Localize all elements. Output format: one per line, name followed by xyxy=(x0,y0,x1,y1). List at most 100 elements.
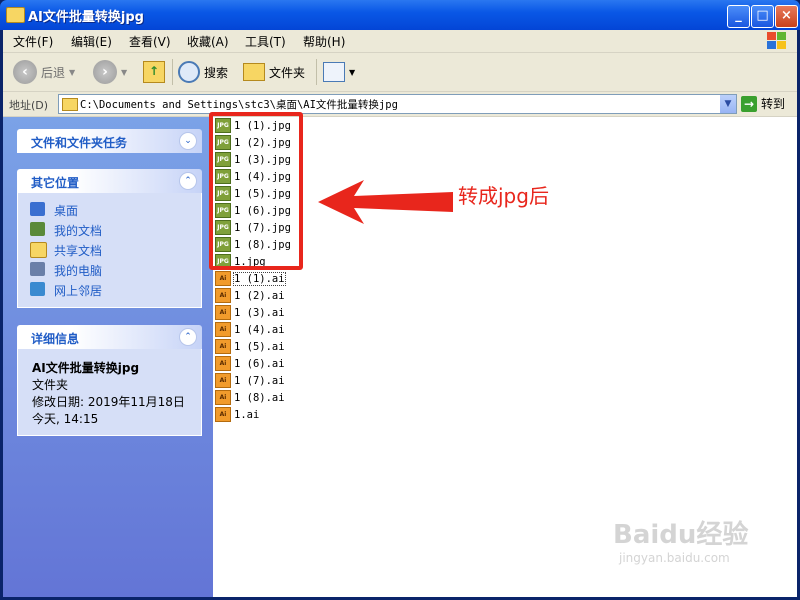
place-label: 我的文档 xyxy=(54,224,103,238)
place-my-computer[interactable]: 我的电脑 xyxy=(18,259,201,279)
menu-view[interactable]: 查看(V) xyxy=(129,33,171,50)
place-label: 我的电脑 xyxy=(54,264,103,278)
file-name: 1 (5).ai xyxy=(234,340,285,353)
places-panel: 其它位置 ⌃ 桌面 我的文档 共享文档 我的电脑 网上邻居 xyxy=(17,169,202,308)
place-my-documents[interactable]: 我的文档 xyxy=(18,219,201,239)
explorer-window: AI文件批量转换jpg _ □ × 文件(F) 编辑(E) 查看(V) 收藏(A… xyxy=(0,0,800,600)
desktop-icon xyxy=(30,202,45,216)
file-name: 1 (3).ai xyxy=(234,306,285,319)
watermark: Baidu经验 jingyan.baidu.com xyxy=(613,514,748,565)
ai-file-icon: Ai xyxy=(215,390,231,405)
places-list: 桌面 我的文档 共享文档 我的电脑 网上邻居 xyxy=(17,193,202,308)
annotation-arrow-icon xyxy=(318,180,453,224)
ai-file-icon: Ai xyxy=(215,356,231,371)
ai-file-icon: Ai xyxy=(215,407,231,422)
back-label: 后退 xyxy=(41,65,66,80)
maximize-button[interactable]: □ xyxy=(751,5,774,28)
go-arrow-icon: → xyxy=(741,95,757,112)
folders-label: 文件夹 xyxy=(269,65,306,80)
search-label: 搜索 xyxy=(204,65,229,80)
dropdown-arrow-icon: ▼ xyxy=(121,67,128,77)
file-item[interactable]: Ai 1 (8).ai xyxy=(215,389,285,406)
back-button[interactable]: ‹ 后退 ▼ xyxy=(13,59,75,85)
up-folder-button[interactable]: ↑ xyxy=(143,59,165,85)
address-dropdown-button[interactable]: ▼ xyxy=(720,95,736,113)
ai-file-icon: Ai xyxy=(215,271,231,286)
task-pane: 文件和文件夹任务 ⌄ 其它位置 ⌃ 桌面 我的文档 共享文档 我的电脑 网上邻居… xyxy=(3,117,213,597)
views-button[interactable]: ▼ xyxy=(323,59,355,85)
menu-tools[interactable]: 工具(T) xyxy=(245,33,286,50)
place-network[interactable]: 网上邻居 xyxy=(18,279,201,299)
menu-favorites[interactable]: 收藏(A) xyxy=(187,33,229,50)
title-bar[interactable]: AI文件批量转换jpg _ □ × xyxy=(0,0,800,30)
file-item[interactable]: Ai 1 (2).ai xyxy=(215,287,285,304)
folder-icon xyxy=(6,7,25,23)
ai-file-icon: Ai xyxy=(215,305,231,320)
ai-file-icon: Ai xyxy=(215,322,231,337)
file-item[interactable]: Ai 1.ai xyxy=(215,406,259,423)
menu-edit[interactable]: 编辑(E) xyxy=(71,33,112,50)
detail-folder-name: AI文件批量转换jpg xyxy=(32,361,140,375)
places-panel-header[interactable]: 其它位置 ⌃ xyxy=(17,169,202,193)
file-item[interactable]: Ai 1 (7).ai xyxy=(215,372,285,389)
file-name: 1 (1).ai xyxy=(233,271,286,286)
file-item[interactable]: Ai 1 (5).ai xyxy=(215,338,285,355)
folder-icon xyxy=(243,63,265,81)
detail-type: 文件夹 xyxy=(32,378,69,392)
details-body: AI文件批量转换jpg 文件夹 修改日期: 2019年11月18日 今天, 14… xyxy=(17,349,202,436)
address-bar: 地址(D) C:\Documents and Settings\stc3\桌面\… xyxy=(3,92,797,117)
window-title: AI文件批量转换jpg xyxy=(28,10,144,25)
details-panel-header[interactable]: 详细信息 ⌃ xyxy=(17,325,202,349)
address-label: 地址(D) xyxy=(9,99,49,112)
chevron-up-icon[interactable]: ⌃ xyxy=(179,172,197,190)
file-name: 1 (6).ai xyxy=(234,357,285,370)
search-icon xyxy=(178,61,200,83)
tasks-panel-title: 文件和文件夹任务 xyxy=(31,136,128,150)
network-icon xyxy=(30,282,45,296)
folder-icon xyxy=(62,98,78,111)
file-item[interactable]: Ai 1 (3).ai xyxy=(215,304,285,321)
watermark-url: jingyan.baidu.com xyxy=(619,551,730,565)
details-panel: 详细信息 ⌃ AI文件批量转换jpg 文件夹 修改日期: 2019年11月18日… xyxy=(17,325,202,436)
place-desktop[interactable]: 桌面 xyxy=(18,199,201,219)
address-input[interactable]: C:\Documents and Settings\stc3\桌面\AI文件批量… xyxy=(58,94,737,114)
dropdown-arrow-icon: ▼ xyxy=(69,67,76,77)
search-button[interactable]: 搜索 xyxy=(178,59,228,85)
up-folder-icon: ↑ xyxy=(143,61,165,83)
tasks-panel: 文件和文件夹任务 ⌄ xyxy=(17,129,202,153)
close-button[interactable]: × xyxy=(775,5,798,28)
go-button[interactable]: → 转到 xyxy=(741,95,785,112)
file-item[interactable]: Ai 1 (1).ai xyxy=(215,270,286,287)
places-panel-title: 其它位置 xyxy=(31,176,80,190)
place-label: 共享文档 xyxy=(54,244,103,258)
tasks-panel-header[interactable]: 文件和文件夹任务 ⌄ xyxy=(17,129,202,153)
watermark-logo: Baidu经验 xyxy=(613,520,749,550)
ai-file-icon: Ai xyxy=(215,339,231,354)
place-shared-documents[interactable]: 共享文档 xyxy=(18,239,201,259)
menu-file[interactable]: 文件(F) xyxy=(13,33,53,50)
file-item[interactable]: Ai 1 (6).ai xyxy=(215,355,285,372)
chevron-up-icon[interactable]: ⌃ xyxy=(179,328,197,346)
file-name: 1 (7).ai xyxy=(234,374,285,387)
computer-icon xyxy=(30,262,45,276)
chevron-down-icon[interactable]: ⌄ xyxy=(179,132,197,150)
file-name: 1.ai xyxy=(234,408,260,421)
views-icon xyxy=(323,62,345,82)
folder-icon xyxy=(30,242,47,258)
folders-button[interactable]: 文件夹 xyxy=(243,59,305,85)
toolbar: ‹ 后退 ▼ › ▼ ↑ 搜索 文件夹 ▼ xyxy=(3,53,797,92)
file-name: 1 (8).ai xyxy=(234,391,285,404)
annotation-text: 转成jpg后 xyxy=(458,184,549,208)
place-label: 桌面 xyxy=(54,204,79,218)
detail-modified: 修改日期: 2019年11月18日 xyxy=(32,395,185,409)
place-label: 网上邻居 xyxy=(54,284,103,298)
minimize-button[interactable]: _ xyxy=(727,5,750,28)
file-item[interactable]: Ai 1 (4).ai xyxy=(215,321,285,338)
detail-time: 今天, 14:15 xyxy=(32,412,99,426)
menu-help[interactable]: 帮助(H) xyxy=(303,33,345,50)
details-panel-title: 详细信息 xyxy=(31,332,80,346)
toolbar-divider xyxy=(316,59,317,85)
address-value: C:\Documents and Settings\stc3\桌面\AI文件批量… xyxy=(80,99,398,111)
forward-button[interactable]: › ▼ xyxy=(93,59,127,85)
menu-bar: 文件(F) 编辑(E) 查看(V) 收藏(A) 工具(T) 帮助(H) xyxy=(3,30,797,53)
